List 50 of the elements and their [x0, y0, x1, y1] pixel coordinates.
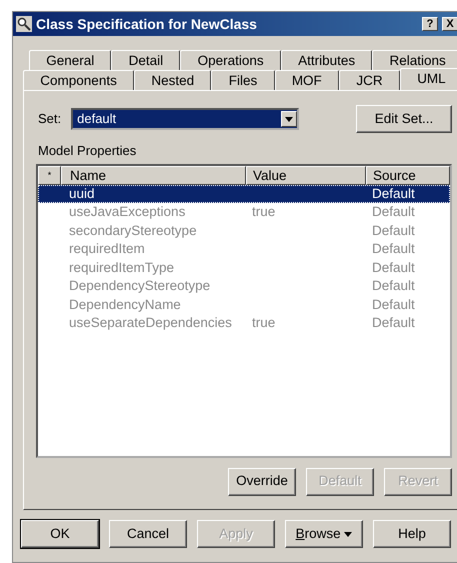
- table-cell: Default: [372, 222, 415, 238]
- table-cell: Default: [372, 296, 415, 312]
- set-value: default: [77, 110, 116, 128]
- close-button[interactable]: X: [442, 17, 457, 31]
- edit-set-button[interactable]: Edit Set...: [356, 105, 452, 133]
- tab[interactable]: Operations: [180, 50, 281, 70]
- tab[interactable]: General: [29, 50, 112, 70]
- table-cell: Default: [372, 241, 415, 256]
- tab[interactable]: Relations: [372, 50, 457, 70]
- dialog-button[interactable]: OK: [21, 520, 99, 548]
- dropdown-arrow-icon: [285, 116, 294, 122]
- set-label: Set:: [38, 110, 62, 128]
- column-header[interactable]: Name: [61, 166, 246, 184]
- tab[interactable]: Files: [211, 70, 275, 90]
- dialog-button[interactable]: Help: [373, 520, 451, 548]
- model-properties-label: Model Properties: [38, 142, 138, 160]
- dialog-button[interactable]: Browse: [285, 520, 363, 548]
- column-header[interactable]: Source: [366, 166, 450, 184]
- table-cell: requiredItemType: [69, 260, 174, 274]
- window-title: Class Specification for NewClass: [36, 14, 257, 34]
- magnifier-icon: [16, 16, 32, 32]
- table-row[interactable]: uuid Default: [38, 184, 450, 203]
- column-header[interactable]: Value: [246, 166, 366, 184]
- table-cell: requiredItem: [69, 241, 145, 256]
- property-button[interactable]: Override: [228, 468, 296, 496]
- tab[interactable]: UML: [400, 68, 457, 90]
- tab[interactable]: Attributes: [280, 50, 372, 70]
- caret-icon: [344, 532, 352, 537]
- table-cell: uuid: [69, 186, 95, 200]
- table-cell: useJavaExceptions: [69, 204, 186, 219]
- table-cell: true: [252, 315, 276, 330]
- tab[interactable]: Detail: [111, 50, 180, 70]
- table-cell: DependencyStereotype: [69, 278, 210, 293]
- table-cell: true: [252, 204, 276, 219]
- help-button[interactable]: ?: [422, 17, 438, 31]
- tab[interactable]: Nested: [134, 70, 212, 90]
- set-dropdown[interactable]: default: [71, 108, 300, 130]
- table-cell: Default: [372, 204, 415, 219]
- tab[interactable]: Components: [23, 70, 134, 90]
- table-cell: DependencyName: [69, 296, 181, 312]
- table-cell: useSeparateDependencies: [69, 315, 232, 330]
- table-cell: Default: [372, 260, 415, 274]
- dialog-button[interactable]: Cancel: [109, 520, 187, 548]
- tab[interactable]: JCR: [339, 70, 400, 90]
- table-cell: Default: [372, 186, 415, 200]
- column-header[interactable]: *: [38, 166, 61, 184]
- table-cell: secondaryStereotype: [69, 222, 197, 238]
- table-cell: Default: [372, 278, 415, 293]
- table-cell: Default: [372, 315, 415, 330]
- tab[interactable]: MOF: [274, 70, 340, 90]
